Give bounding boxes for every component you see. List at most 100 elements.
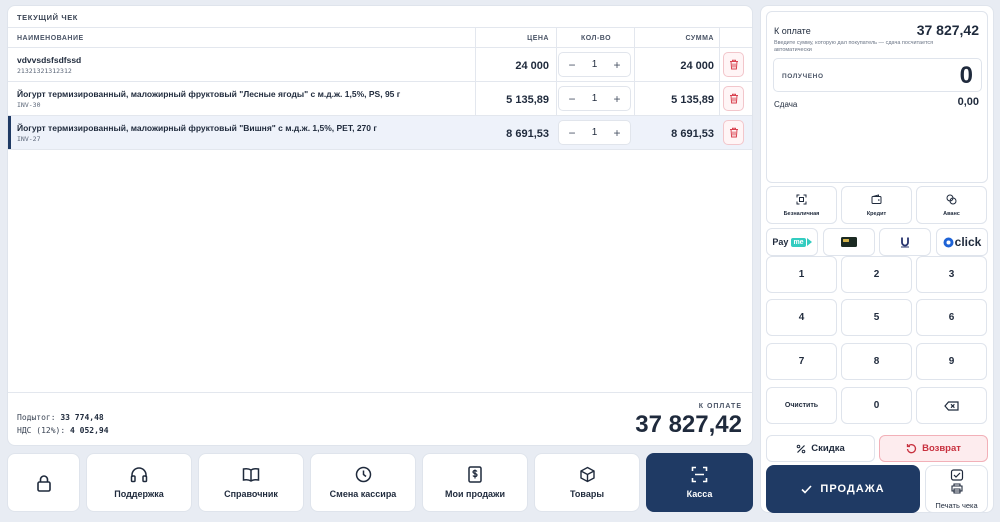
decrease-button[interactable]: − (566, 92, 578, 106)
bank-card-icon (841, 237, 857, 247)
my-sales-label: Мои продажи (445, 489, 505, 499)
change-cashier-button[interactable]: Смена кассира (310, 453, 416, 512)
lock-button[interactable] (7, 453, 80, 512)
item-sum: 8 691,53 (671, 128, 714, 140)
trash-icon (729, 127, 738, 138)
keypad-key-0[interactable]: 0 (841, 387, 912, 424)
receipt-panel: ТЕКУЩИЙ ЧЕК НАИМЕНОВАНИЕ ЦЕНА КОЛ-ВО СУМ… (7, 5, 753, 446)
register-label: Касса (686, 489, 713, 499)
quantity-value[interactable]: 1 (592, 93, 598, 104)
wallet-icon (871, 193, 882, 204)
scan-icon (691, 466, 708, 483)
reference-button[interactable]: Справочник (198, 453, 304, 512)
click-logo-text: click (954, 235, 982, 249)
card-terminal-button[interactable] (823, 228, 875, 256)
received-label: ПОЛУЧЕНО (782, 73, 824, 80)
coins-icon (946, 194, 957, 204)
keypad-key-9[interactable]: 9 (916, 343, 987, 380)
payment-hint: Введите сумму, которую дал покупатель — … (774, 40, 934, 53)
table-row[interactable]: vdvvsdsfsdfssd 21321321312312 24 000 − 1… (8, 48, 752, 82)
item-sum: 24 000 (680, 60, 714, 72)
increase-button[interactable]: + (611, 92, 623, 106)
keypad-key-2[interactable]: 2 (841, 256, 912, 293)
vat-line: НДС (12%): 4 052,94 (17, 426, 109, 435)
payme-logo-tag: me (791, 237, 806, 247)
sell-label: ПРОДАЖА (820, 483, 885, 495)
change-label: Сдача (774, 100, 798, 109)
vat-value: 4 052,94 (70, 426, 109, 435)
keypad-key-1[interactable]: 1 (766, 256, 837, 293)
item-code: INV-30 (17, 101, 41, 109)
delete-item-button[interactable] (723, 86, 744, 111)
receipt-dollar-icon (468, 466, 482, 483)
credit-button[interactable]: Кредит (841, 186, 912, 224)
quantity-stepper: − 1 + (558, 86, 631, 111)
print-receipt-button[interactable]: Печать чека (925, 465, 988, 513)
keypad-key-8[interactable]: 8 (841, 343, 912, 380)
item-price: 24 000 (515, 60, 549, 72)
support-label: Поддержка (114, 488, 164, 499)
reference-label: Справочник (224, 488, 278, 499)
credit-label: Кредит (866, 210, 887, 217)
keypad-key-4[interactable]: 4 (766, 299, 837, 336)
increase-button[interactable]: + (611, 58, 623, 72)
payme-logo-arrow (806, 238, 812, 246)
item-price: 5 135,89 (506, 94, 549, 106)
payment-panel: К оплате 37 827,42 Введите сумму, котору… (760, 5, 994, 513)
uzum-button[interactable] (879, 228, 931, 256)
box-icon (579, 466, 595, 483)
quantity-value[interactable]: 1 (592, 127, 598, 138)
decrease-button[interactable]: − (566, 126, 578, 140)
item-sum: 5 135,89 (671, 94, 714, 106)
item-code: INV-27 (17, 135, 41, 143)
goods-button[interactable]: Товары (534, 453, 640, 512)
register-button[interactable]: Касса (646, 453, 753, 512)
receipt-title: ТЕКУЩИЙ ЧЕК (8, 6, 752, 28)
received-input[interactable]: ПОЛУЧЕНО 0 (773, 58, 982, 92)
item-name: Йогурт термизированный, маложирный фрукт… (17, 89, 401, 99)
amount-due-label: К оплате (774, 26, 811, 36)
undo-icon (906, 444, 917, 454)
keypad-key-5[interactable]: 5 (841, 299, 912, 336)
delete-item-button[interactable] (723, 120, 744, 145)
lock-icon (36, 474, 51, 492)
delete-item-button[interactable] (723, 52, 744, 77)
keypad-key-7[interactable]: 7 (766, 343, 837, 380)
my-sales-button[interactable]: Мои продажи (422, 453, 528, 512)
item-name: Йогурт термизированный, маложирный фрукт… (17, 123, 377, 133)
advance-button[interactable]: Аванс (916, 186, 987, 224)
uzum-logo-icon (901, 237, 909, 248)
change-cashier-label: Смена кассира (329, 489, 397, 499)
printer-check-icon (950, 468, 963, 494)
sell-button[interactable]: ПРОДАЖА (766, 465, 920, 513)
cashless-label: Безналичная (783, 210, 820, 217)
keypad-key-3[interactable]: 3 (916, 256, 987, 293)
advance-label: Аванс (943, 210, 960, 217)
vat-label: НДС (12%): (17, 426, 66, 435)
col-sum-header: СУММА (685, 35, 714, 42)
checkmark-icon (801, 484, 812, 494)
decrease-button[interactable]: − (566, 58, 578, 72)
payment-summary: К оплате 37 827,42 Введите сумму, котору… (766, 11, 988, 183)
col-price-header: ЦЕНА (527, 35, 549, 42)
support-button[interactable]: Поддержка (86, 453, 192, 512)
table-row-selected[interactable]: Йогурт термизированный, маложирный фрукт… (8, 116, 752, 150)
table-row[interactable]: Йогурт термизированный, маложирный фрукт… (8, 82, 752, 116)
discount-button[interactable]: Скидка (766, 435, 875, 462)
increase-button[interactable]: + (611, 126, 623, 140)
change-value: 0,00 (957, 96, 979, 108)
discount-label: Скидка (811, 443, 845, 454)
payme-button[interactable]: Pay me (766, 228, 818, 256)
keypad-backspace-button[interactable] (916, 387, 987, 424)
keypad-clear-button[interactable]: Очистить (766, 387, 837, 424)
keypad-key-6[interactable]: 6 (916, 299, 987, 336)
quantity-value[interactable]: 1 (592, 59, 598, 70)
cashless-button[interactable]: Безналичная (766, 186, 837, 224)
received-value: 0 (959, 62, 973, 89)
item-name: vdvvsdsfsdfssd (17, 55, 82, 65)
headphones-icon (130, 466, 148, 482)
book-icon (242, 467, 260, 482)
total-due-value: 37 827,42 (635, 411, 742, 438)
click-button[interactable]: click (936, 228, 988, 256)
return-button[interactable]: Возврат (879, 435, 988, 462)
